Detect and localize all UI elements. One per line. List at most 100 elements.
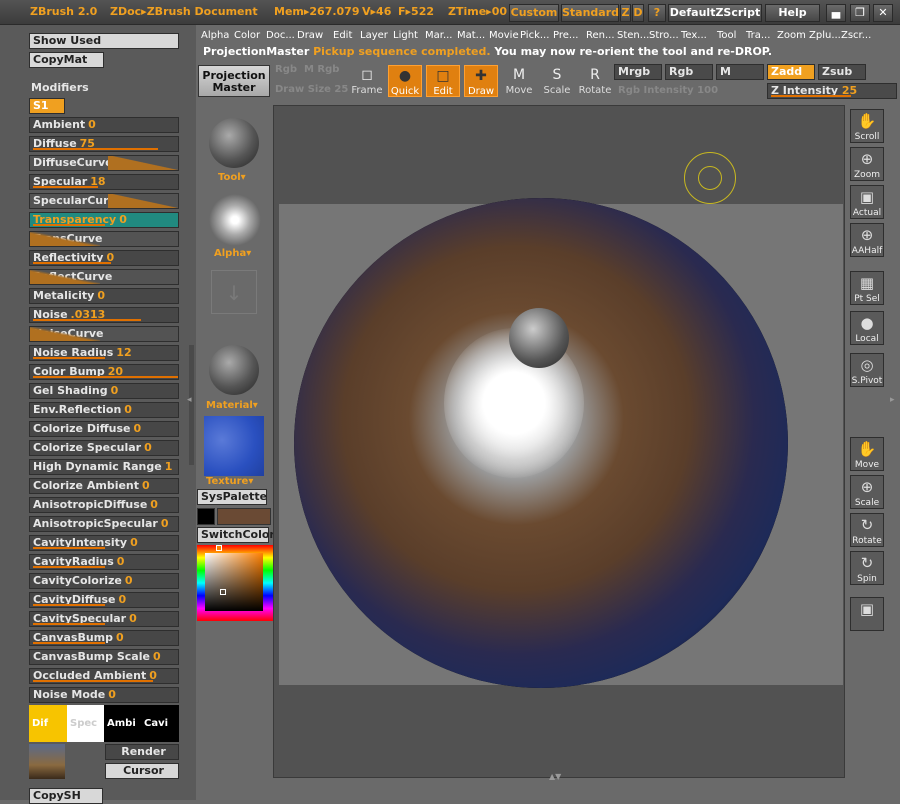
- d-button[interactable]: D: [632, 4, 644, 22]
- modifier-color-bump[interactable]: Color Bump 20: [29, 364, 179, 380]
- menu-preferences[interactable]: Pre...: [553, 30, 578, 41]
- modifier-specular[interactable]: Specular 18: [29, 174, 179, 190]
- main-color-swatch[interactable]: [217, 508, 271, 525]
- pt-sel-button[interactable]: ▦ Pt Sel: [850, 271, 884, 305]
- cavity-swatch[interactable]: Cavi: [141, 705, 179, 742]
- rotate-button[interactable]: ↻ Rotate: [850, 513, 884, 547]
- modifier-metalicity[interactable]: Metalicity 0: [29, 288, 179, 304]
- modifier-colorize-ambient[interactable]: Colorize Ambient 0: [29, 478, 179, 494]
- color-picker-square[interactable]: [205, 553, 263, 611]
- restore-icon[interactable]: ❐: [850, 4, 870, 22]
- alpha-thumbnail[interactable]: [209, 194, 261, 246]
- z-button[interactable]: Z: [620, 4, 631, 22]
- modifier-reflectcurve[interactable]: ReflectCurve: [29, 269, 179, 285]
- specular-swatch[interactable]: Spec: [67, 705, 104, 742]
- diffuse-swatch[interactable]: Dif: [29, 705, 67, 742]
- menu-stencil[interactable]: Sten...: [617, 30, 649, 41]
- modifier-transcurve[interactable]: TransCurve: [29, 231, 179, 247]
- menu-render[interactable]: Ren...: [586, 30, 615, 41]
- menu-draw[interactable]: Draw: [297, 30, 323, 41]
- zoom-button[interactable]: ⊕ Zoom: [850, 147, 884, 181]
- menu-picker[interactable]: Pick...: [520, 30, 549, 41]
- copymat-button[interactable]: CopyMat: [29, 52, 104, 68]
- ambient-swatch[interactable]: Ambi: [104, 705, 141, 742]
- alpha-menu-label[interactable]: Alpha▾: [214, 248, 251, 259]
- draw-button[interactable]: ✚ Draw: [464, 65, 498, 97]
- secondary-color-swatch[interactable]: [197, 508, 215, 525]
- menu-light[interactable]: Light: [393, 30, 418, 41]
- local-button[interactable]: ● Local: [850, 311, 884, 345]
- stroke-thumbnail[interactable]: ↓: [211, 270, 257, 314]
- modifier-anisotropicspecular[interactable]: AnisotropicSpecular 0: [29, 516, 179, 532]
- left-collapse-arrow[interactable]: ◂: [187, 395, 195, 415]
- modifier-cavitycolorize[interactable]: CavityColorize 0: [29, 573, 179, 589]
- zadd-button[interactable]: Zadd: [767, 64, 815, 80]
- custom-button[interactable]: Custom: [509, 4, 559, 22]
- modifier-gel-shading[interactable]: Gel Shading 0: [29, 383, 179, 399]
- modifier-high-dynamic-range[interactable]: High Dynamic Range 1: [29, 459, 179, 475]
- rgb-button[interactable]: Rgb: [665, 64, 713, 80]
- modifier-canvasbump-scale[interactable]: CanvasBump Scale 0: [29, 649, 179, 665]
- quick-button[interactable]: ● Quick: [388, 65, 422, 97]
- canvas-scroll-handle[interactable]: ▲▼: [549, 773, 571, 781]
- copysh-button[interactable]: CopySH: [29, 788, 103, 804]
- modifier-noisecurve[interactable]: NoiseCurve: [29, 326, 179, 342]
- document-area[interactable]: [279, 198, 843, 688]
- modifier-cavityintensity[interactable]: CavityIntensity 0: [29, 535, 179, 551]
- menu-zplugin[interactable]: Zplu...: [809, 30, 841, 41]
- modifier-cavitydiffuse[interactable]: CavityDiffuse 0: [29, 592, 179, 608]
- standard-button[interactable]: Standard: [561, 4, 619, 22]
- menu-tool[interactable]: Tool: [717, 30, 736, 41]
- modifier-occluded-ambient[interactable]: Occluded Ambient 0: [29, 668, 179, 684]
- mrgb-button[interactable]: Mrgb: [614, 64, 662, 80]
- canvas-viewport[interactable]: ▲▼: [273, 105, 845, 781]
- sphere-model[interactable]: [294, 198, 788, 688]
- modifier-cavityradius[interactable]: CavityRadius 0: [29, 554, 179, 570]
- menu-marker[interactable]: Mar...: [425, 30, 453, 41]
- syspalette-button[interactable]: SysPalette: [197, 489, 267, 505]
- modifier-transparency[interactable]: Transparency 0: [29, 212, 179, 228]
- show-used-button[interactable]: Show Used: [29, 33, 179, 49]
- minimize-icon[interactable]: ▄: [826, 4, 846, 22]
- help-button[interactable]: Help: [765, 4, 820, 22]
- menu-zscript[interactable]: Zscr...: [841, 30, 871, 41]
- modifier-colorize-diffuse[interactable]: Colorize Diffuse 0: [29, 421, 179, 437]
- menu-alpha[interactable]: Alpha: [201, 30, 229, 41]
- projection-master-button[interactable]: Projection Master: [198, 65, 270, 97]
- scroll-button[interactable]: ✋ Scroll: [850, 109, 884, 143]
- modifier-canvasbump[interactable]: CanvasBump 0: [29, 630, 179, 646]
- tool-menu-label[interactable]: Tool▾: [218, 172, 246, 183]
- modifier-noise[interactable]: Noise .0313: [29, 307, 179, 323]
- close-icon[interactable]: ✕: [873, 4, 893, 22]
- right-collapse-arrow[interactable]: ▸: [890, 395, 898, 415]
- modifier-diffusecurve[interactable]: DiffuseCurve: [29, 155, 179, 171]
- menu-edit[interactable]: Edit: [333, 30, 352, 41]
- modifier-reflectivity[interactable]: Reflectivity 0: [29, 250, 179, 266]
- move-button[interactable]: ✋ Move: [850, 437, 884, 471]
- modifier-noise-mode[interactable]: Noise Mode 0: [29, 687, 179, 703]
- texture-thumbnail[interactable]: [204, 416, 264, 476]
- default-zscript-button[interactable]: DefaultZScript: [668, 4, 762, 22]
- menu-movie[interactable]: Movie: [489, 30, 519, 41]
- s-pivot-button[interactable]: ◎ S.Pivot: [850, 353, 884, 387]
- s1-slot-button[interactable]: S1: [29, 98, 65, 114]
- modifier-colorize-specular[interactable]: Colorize Specular 0: [29, 440, 179, 456]
- snapshot-button[interactable]: ▣: [850, 597, 884, 631]
- tool-thumbnail[interactable]: [209, 118, 259, 168]
- edit-button[interactable]: □ Edit: [426, 65, 460, 97]
- zsub-button[interactable]: Zsub: [818, 64, 866, 80]
- menu-transform[interactable]: Tra...: [746, 30, 770, 41]
- menu-material[interactable]: Mat...: [457, 30, 485, 41]
- m-button[interactable]: M: [716, 64, 764, 80]
- menu-stroke[interactable]: Stro...: [649, 30, 679, 41]
- menu-document[interactable]: Doc...: [266, 30, 295, 41]
- modifier-ambient[interactable]: Ambient 0: [29, 117, 179, 133]
- menu-layer[interactable]: Layer: [360, 30, 388, 41]
- aahalf-button[interactable]: ⊕ AAHalf: [850, 223, 884, 257]
- spin-button[interactable]: ↻ Spin: [850, 551, 884, 585]
- z-intensity-slider[interactable]: Z Intensity 25: [767, 83, 897, 99]
- scale-button[interactable]: S Scale: [540, 65, 574, 97]
- move-button[interactable]: M Move: [502, 65, 536, 97]
- modifier-env-reflection[interactable]: Env.Reflection 0: [29, 402, 179, 418]
- modifier-diffuse[interactable]: Diffuse 75: [29, 136, 179, 152]
